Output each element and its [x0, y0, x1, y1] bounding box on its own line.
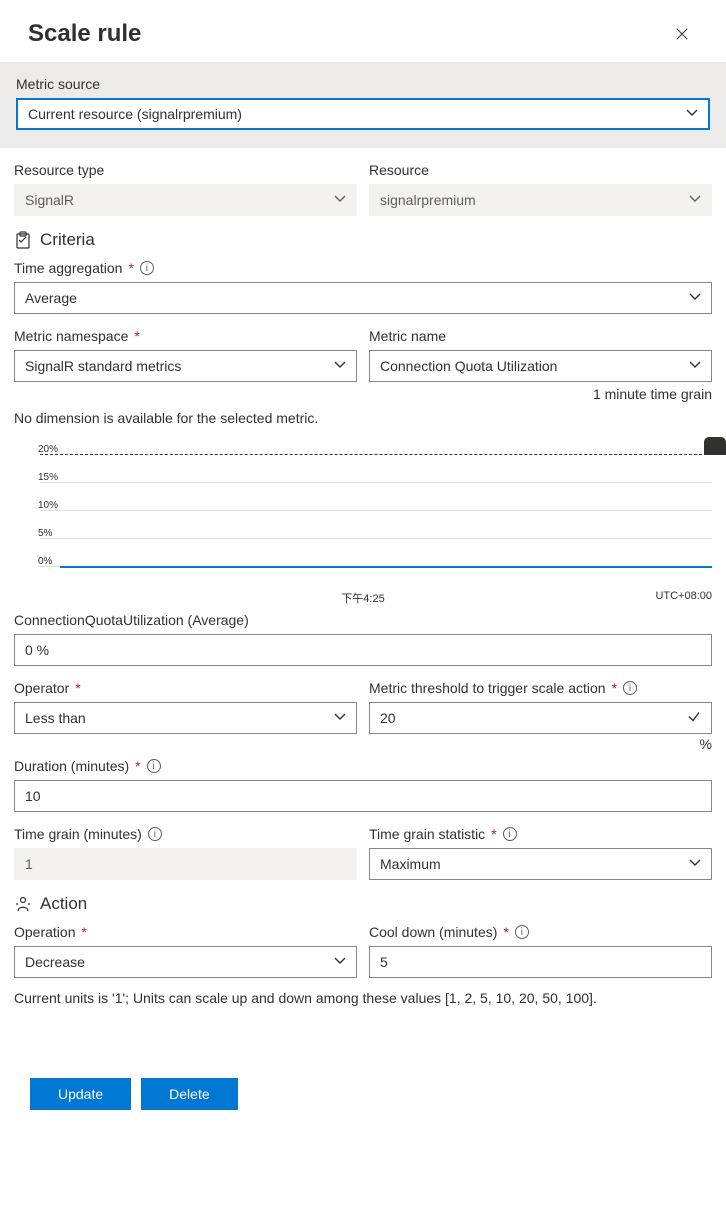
required-indicator: * — [612, 680, 617, 696]
threshold-suffix: % — [0, 734, 726, 752]
delete-button[interactable]: Delete — [141, 1078, 237, 1110]
metric-namespace-value: SignalR standard metrics — [25, 358, 181, 374]
metric-name-label: Metric name — [369, 328, 712, 344]
ytick-15: 15% — [38, 472, 58, 483]
time-grain-stat-value: Maximum — [380, 856, 441, 872]
ytick-0: 0% — [38, 556, 52, 567]
close-icon — [675, 27, 689, 41]
x-annotation-tz: UTC+08:00 — [655, 590, 712, 602]
metric-chart: 20% 15% 10% 5% 0% 下午4:25 UTC+08:00 — [0, 426, 726, 602]
check-icon — [687, 710, 701, 727]
info-icon[interactable]: i — [515, 925, 529, 939]
action-heading: Action — [14, 894, 712, 914]
chevron-down-icon — [334, 710, 346, 726]
info-icon[interactable]: i — [623, 681, 637, 695]
clipboard-icon — [14, 231, 32, 249]
metric-name-select[interactable]: Connection Quota Utilization — [369, 350, 712, 382]
operator-select[interactable]: Less than — [14, 702, 357, 734]
required-indicator: * — [134, 328, 139, 344]
ytick-5: 5% — [38, 528, 52, 539]
operator-value: Less than — [25, 710, 86, 726]
chevron-down-icon — [334, 358, 346, 374]
metric-caption: ConnectionQuotaUtilization (Average) — [0, 602, 726, 634]
time-grain-input: 1 — [14, 848, 357, 880]
info-icon[interactable]: i — [140, 261, 154, 275]
threshold-input[interactable]: 20 — [369, 702, 712, 734]
required-indicator: * — [135, 758, 140, 774]
operation-select[interactable]: Decrease — [14, 946, 357, 978]
chevron-down-icon — [689, 290, 701, 306]
cooldown-label: Cool down (minutes) * i — [369, 924, 712, 940]
required-indicator: * — [81, 924, 86, 940]
update-button[interactable]: Update — [30, 1078, 131, 1110]
time-grain-stat-select[interactable]: Maximum — [369, 848, 712, 880]
duration-label: Duration (minutes) * i — [14, 758, 712, 774]
metric-name-value: Connection Quota Utilization — [380, 358, 557, 374]
panel-title: Scale rule — [28, 20, 141, 48]
metric-source-label: Metric source — [16, 76, 710, 92]
operator-label: Operator * — [14, 680, 357, 696]
chevron-down-icon — [689, 192, 701, 208]
metric-namespace-label: Metric namespace * — [14, 328, 357, 344]
required-indicator: * — [503, 924, 508, 940]
required-indicator: * — [491, 826, 496, 842]
required-indicator: * — [128, 260, 133, 276]
chevron-down-icon — [689, 358, 701, 374]
criteria-heading: Criteria — [14, 230, 712, 250]
threshold-label: Metric threshold to trigger scale action… — [369, 680, 712, 696]
time-grain-label: Time grain (minutes) i — [14, 826, 357, 842]
info-icon[interactable]: i — [503, 827, 517, 841]
metric-namespace-select[interactable]: SignalR standard metrics — [14, 350, 357, 382]
chevron-down-icon — [334, 192, 346, 208]
resource-type-label: Resource type — [14, 162, 357, 178]
cooldown-input[interactable]: 5 — [369, 946, 712, 978]
no-dimension-message: No dimension is available for the select… — [0, 402, 726, 426]
duration-input[interactable]: 10 — [14, 780, 712, 812]
resource-type-select: SignalR — [14, 184, 357, 216]
metric-source-value: Current resource (signalrpremium) — [28, 106, 242, 122]
metric-source-select[interactable]: Current resource (signalrpremium) — [16, 98, 710, 130]
chart-spike — [704, 437, 726, 455]
time-grain-note: 1 minute time grain — [0, 382, 726, 402]
resource-label: Resource — [369, 162, 712, 178]
operation-value: Decrease — [25, 954, 85, 970]
close-button[interactable] — [666, 18, 698, 50]
resource-value: signalrpremium — [380, 192, 476, 208]
ytick-10: 10% — [38, 500, 58, 511]
x-annotation-time: 下午4:25 — [341, 590, 384, 606]
time-aggregation-value: Average — [25, 290, 77, 306]
chevron-down-icon — [689, 856, 701, 872]
chevron-down-icon — [334, 954, 346, 970]
chart-series-line — [60, 566, 712, 568]
info-icon[interactable]: i — [147, 759, 161, 773]
metric-value-display: 0 % — [14, 634, 712, 666]
resource-type-value: SignalR — [25, 192, 74, 208]
info-icon[interactable]: i — [148, 827, 162, 841]
time-grain-stat-label: Time grain statistic * i — [369, 826, 712, 842]
time-aggregation-select[interactable]: Average — [14, 282, 712, 314]
action-icon — [14, 895, 32, 913]
ytick-20: 20% — [38, 444, 58, 455]
chevron-down-icon — [686, 106, 698, 122]
resource-select: signalrpremium — [369, 184, 712, 216]
units-note: Current units is '1'; Units can scale up… — [0, 978, 726, 1018]
required-indicator: * — [75, 680, 80, 696]
operation-label: Operation * — [14, 924, 357, 940]
time-aggregation-label: Time aggregation * i — [14, 260, 712, 276]
